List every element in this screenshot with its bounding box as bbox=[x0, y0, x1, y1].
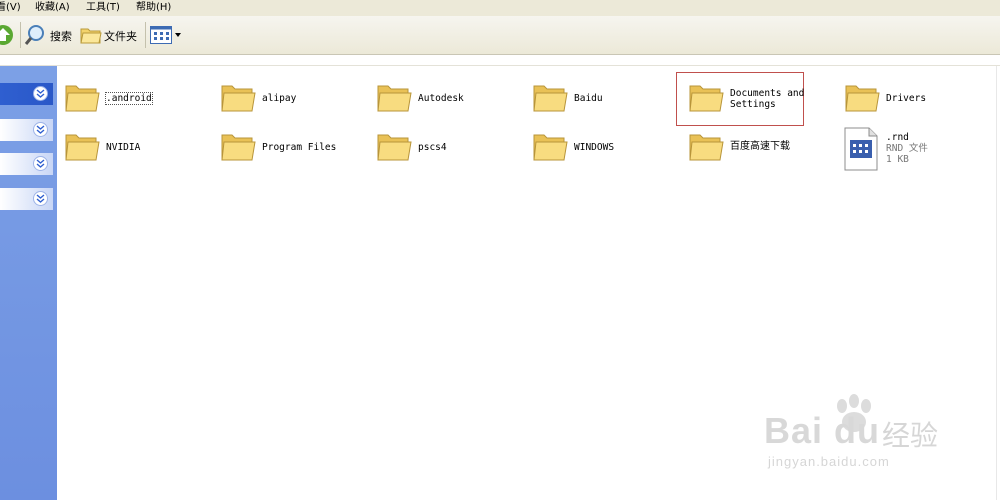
menu-view[interactable]: 看(V) bbox=[0, 0, 21, 15]
folder-item[interactable]: Documents and Settings bbox=[688, 80, 804, 124]
file-type: RND 文件 bbox=[886, 143, 928, 154]
folder-item[interactable]: WINDOWS bbox=[532, 129, 632, 173]
folder-item[interactable]: Autodesk bbox=[376, 80, 476, 124]
folder-icon bbox=[65, 134, 100, 161]
folder-icon bbox=[377, 85, 412, 112]
address-bar[interactable] bbox=[0, 55, 1000, 66]
search-label: 搜索 bbox=[50, 30, 72, 43]
file-name: .rnd bbox=[886, 132, 909, 143]
toolbar: 搜索 文件夹 bbox=[0, 16, 1000, 55]
collapse-chevron-icon[interactable] bbox=[33, 122, 48, 137]
task-pane-section-header[interactable] bbox=[0, 83, 53, 105]
folder-name: 百度高速下载 bbox=[730, 141, 790, 152]
collapse-chevron-icon[interactable] bbox=[33, 86, 48, 101]
folder-name: alipay bbox=[262, 93, 297, 104]
views-button[interactable] bbox=[150, 24, 182, 46]
folder-name: Documents and Settings bbox=[730, 88, 805, 110]
folder-name: pscs4 bbox=[418, 142, 447, 153]
folder-item[interactable]: 百度高速下载 bbox=[688, 129, 808, 173]
folder-item[interactable]: NVIDIA bbox=[64, 129, 164, 173]
watermark-url: jingyan.baidu.com bbox=[768, 454, 890, 469]
folder-icon bbox=[221, 85, 256, 112]
menu-bar: 看(V) 收藏(A) 工具(T) 帮助(H) bbox=[0, 0, 1000, 16]
folder-name: Drivers bbox=[886, 93, 927, 104]
up-arrow-icon bbox=[0, 25, 13, 45]
folder-name: NVIDIA bbox=[106, 142, 141, 153]
folder-item[interactable]: .android bbox=[64, 80, 164, 124]
folder-name: Program Files bbox=[262, 142, 337, 153]
folder-icon bbox=[533, 134, 568, 161]
file-item[interactable]: .rnd RND 文件 1 KB bbox=[844, 127, 954, 171]
file-size: 1 KB bbox=[886, 154, 909, 165]
folder-icon bbox=[377, 134, 412, 161]
folder-item[interactable]: alipay bbox=[220, 80, 320, 124]
toolbar-separator bbox=[20, 22, 21, 48]
task-pane bbox=[0, 66, 57, 500]
toolbar-separator bbox=[145, 22, 146, 48]
folder-name: Autodesk bbox=[418, 93, 464, 104]
folder-name: WINDOWS bbox=[574, 142, 615, 153]
collapse-chevron-icon[interactable] bbox=[33, 191, 48, 206]
folder-icon bbox=[221, 134, 256, 161]
folder-item[interactable]: Program Files bbox=[220, 129, 340, 173]
views-icon bbox=[150, 26, 172, 44]
folder-item[interactable]: pscs4 bbox=[376, 129, 476, 173]
menu-help[interactable]: 帮助(H) bbox=[136, 0, 171, 15]
collapse-chevron-icon[interactable] bbox=[33, 156, 48, 171]
folder-icon bbox=[80, 28, 102, 44]
watermark-cn: 经验 bbox=[882, 419, 939, 452]
folder-name: Baidu bbox=[574, 93, 603, 104]
scroll-edge bbox=[996, 66, 997, 500]
dropdown-arrow-icon bbox=[175, 33, 181, 37]
search-icon bbox=[24, 25, 44, 45]
document-icon bbox=[844, 127, 878, 171]
task-pane-section-header[interactable] bbox=[0, 153, 53, 175]
task-pane-section-header[interactable] bbox=[0, 188, 53, 210]
folders-label: 文件夹 bbox=[104, 30, 137, 43]
folder-icon bbox=[689, 134, 724, 161]
folders-button[interactable]: 文件夹 bbox=[80, 22, 140, 48]
folder-item[interactable]: Baidu bbox=[532, 80, 632, 124]
folder-item[interactable]: Drivers bbox=[844, 80, 944, 124]
menu-tools[interactable]: 工具(T) bbox=[86, 0, 120, 15]
folder-icon bbox=[845, 85, 880, 112]
up-folder-button[interactable] bbox=[0, 22, 16, 48]
search-button[interactable]: 搜索 bbox=[24, 22, 74, 48]
folder-icon bbox=[65, 85, 100, 112]
menu-favorites[interactable]: 收藏(A) bbox=[35, 0, 70, 15]
task-pane-section-header[interactable] bbox=[0, 119, 53, 141]
folder-icon bbox=[689, 85, 724, 112]
folder-icon bbox=[533, 85, 568, 112]
watermark-brand: Bai du bbox=[764, 410, 881, 451]
baidu-jingyan-watermark: Bai du 经验 jingyan.baidu.com bbox=[764, 394, 964, 484]
folder-name: .android bbox=[105, 92, 153, 105]
